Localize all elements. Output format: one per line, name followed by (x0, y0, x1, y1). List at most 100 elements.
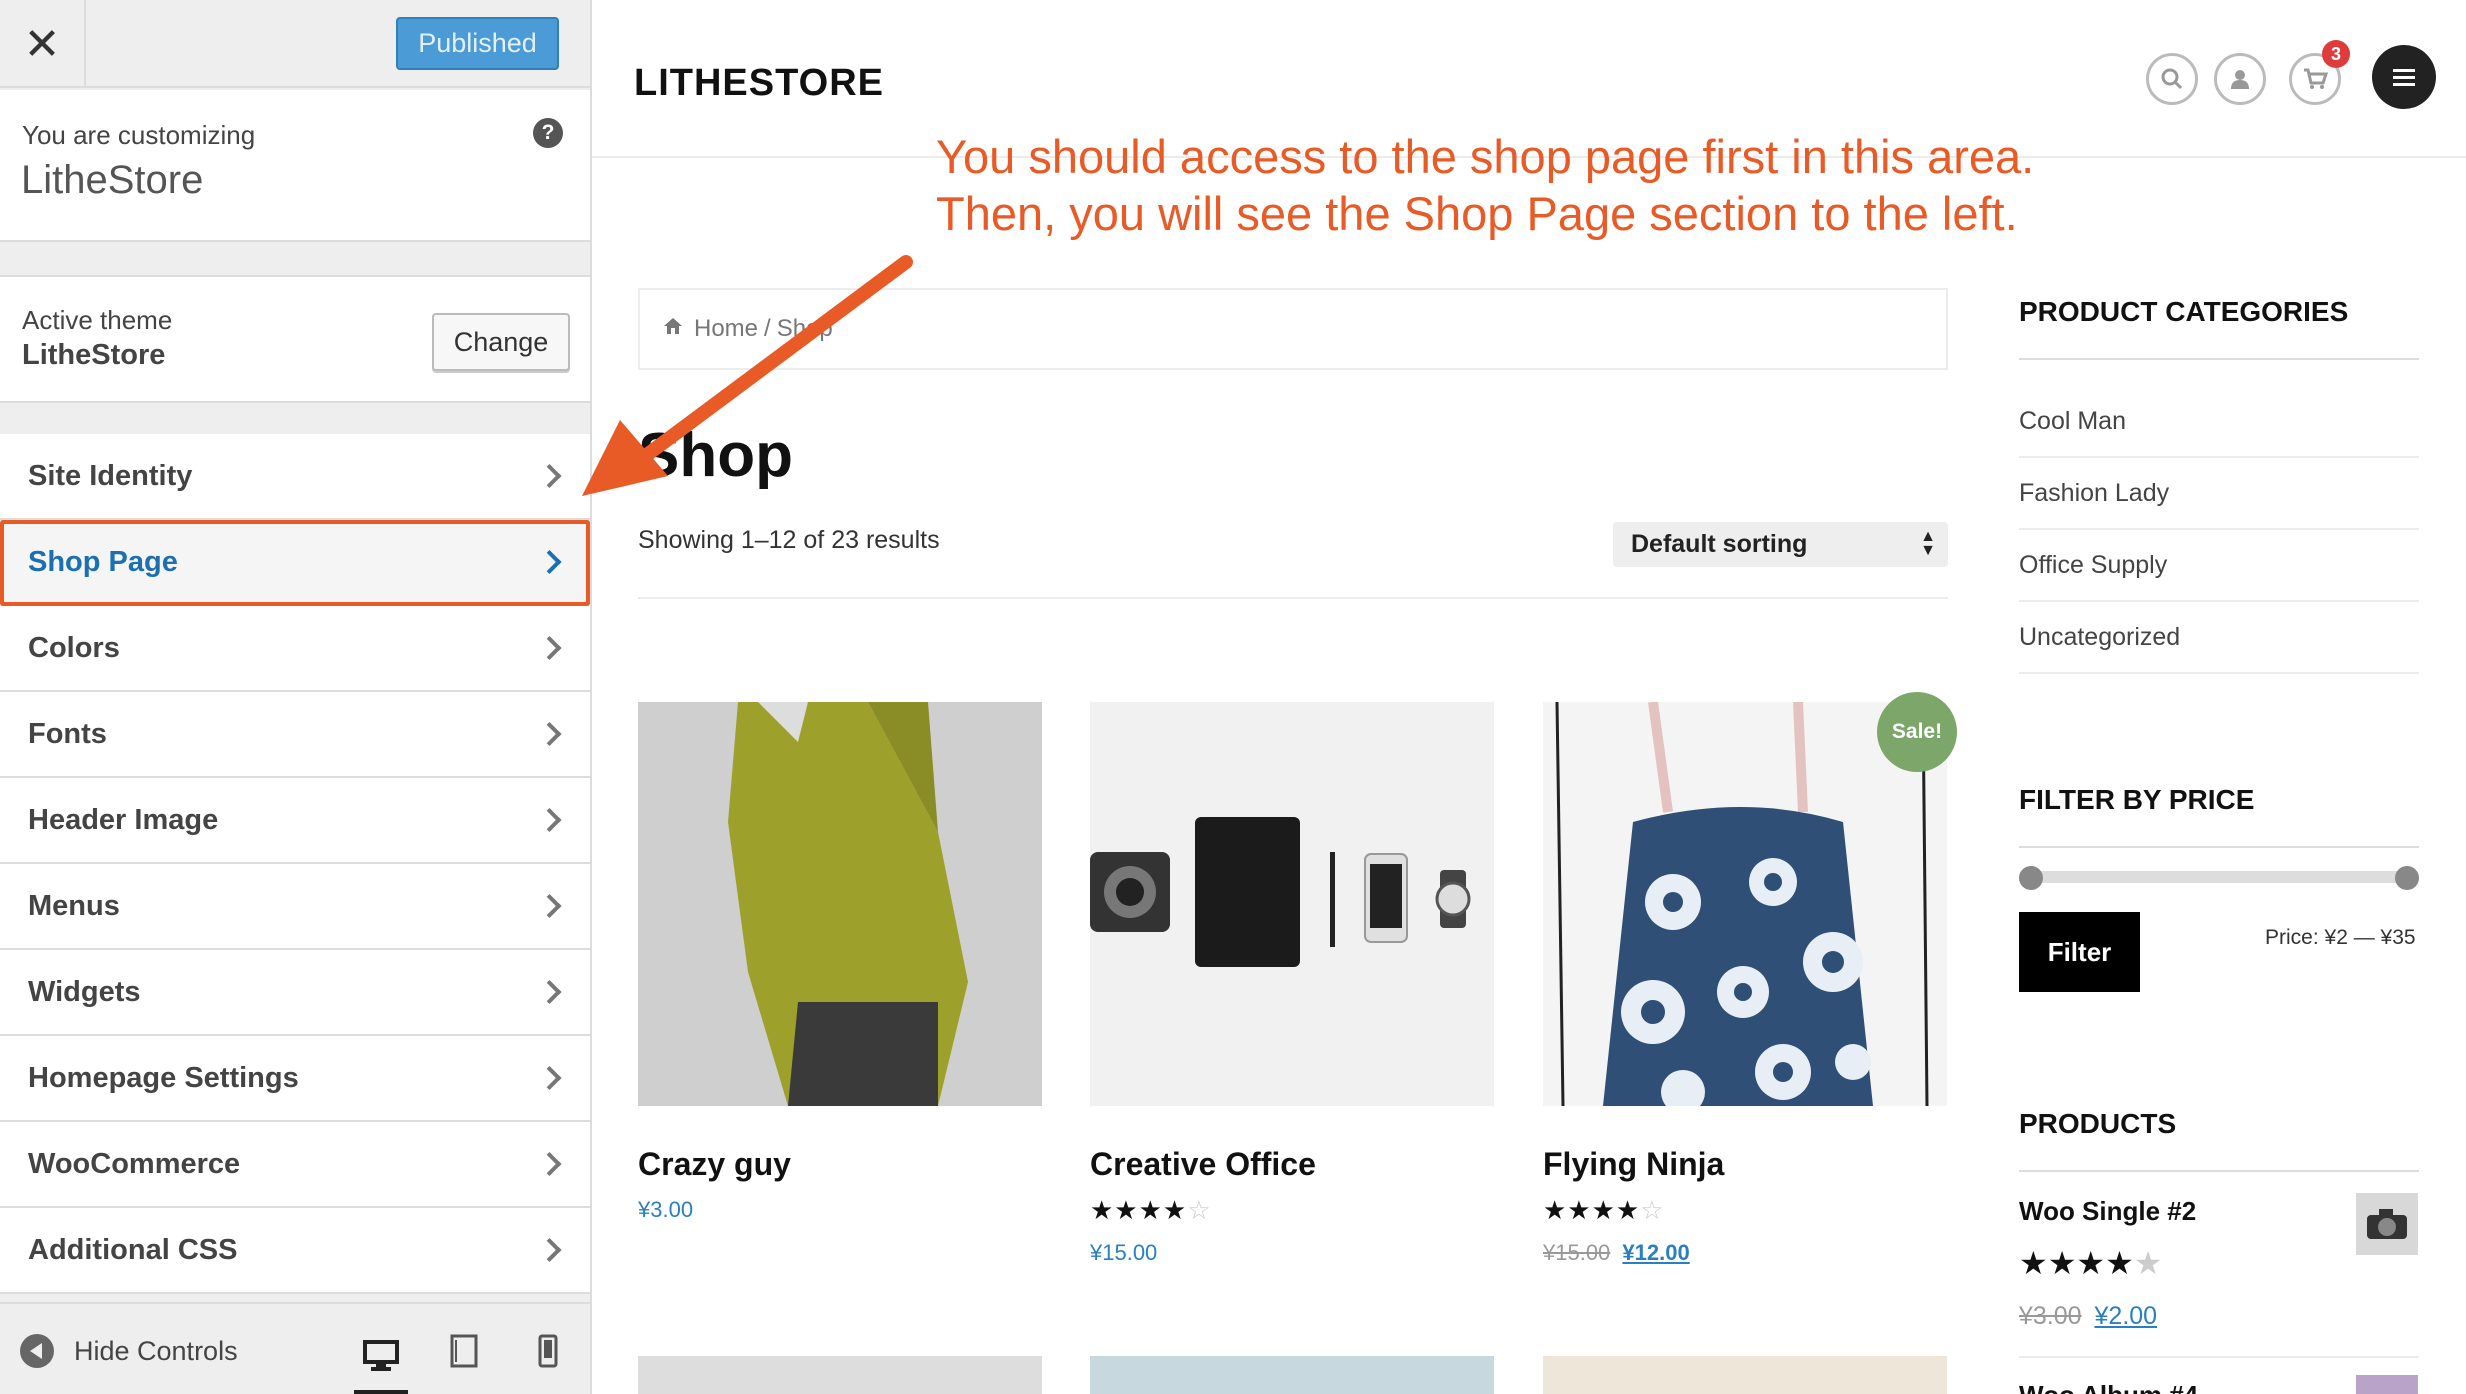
product-price: ¥3.00 (638, 1197, 694, 1222)
menu-item-label: Additional CSS (28, 1233, 238, 1266)
product-card[interactable]: Crazy guy ¥3.00 (638, 702, 1042, 1223)
product-image[interactable] (638, 1356, 1042, 1394)
product-card[interactable]: Creative Office ★★★★☆ ¥15.00 (1090, 702, 1494, 1266)
divider (638, 597, 1948, 599)
price-slider-min-handle[interactable] (2019, 866, 2043, 890)
cart-count-badge: 3 (2322, 40, 2350, 68)
widget-product-name[interactable]: Woo Single #2 (2019, 1196, 2196, 1227)
filter-button[interactable]: Filter (2019, 912, 2140, 992)
published-button[interactable]: Published (396, 17, 559, 70)
help-icon[interactable]: ? (533, 118, 563, 148)
menu-item-widgets[interactable]: Widgets (0, 950, 590, 1036)
product-image[interactable] (1543, 702, 1947, 1106)
menu-item-homepage-settings[interactable]: Homepage Settings (0, 1036, 590, 1122)
menu-item-label: Site Identity (28, 459, 193, 492)
menu-item-label: Colors (28, 631, 120, 664)
widget-product-thumbnail[interactable] (2356, 1193, 2418, 1255)
product-card[interactable]: Flying Ninja ★★★★☆ ¥15.00 ¥12.00 (1543, 702, 1947, 1266)
mobile-icon[interactable] (521, 1326, 575, 1376)
menu-item-label: WooCommerce (28, 1147, 241, 1180)
search-icon[interactable] (2146, 53, 2198, 105)
annotation-line: You should access to the shop page first… (936, 130, 2035, 183)
product-image[interactable] (1090, 1356, 1494, 1394)
widget-product-sale-price: ¥2.00 (2094, 1302, 2158, 1330)
menu-item-label: Homepage Settings (28, 1061, 299, 1094)
category-item[interactable]: Office Supply (2019, 530, 2419, 602)
breadcrumb-home[interactable]: Home (694, 315, 758, 343)
customizer-header: ✕ Published (0, 0, 590, 88)
customizer-menu: Site Identity Shop Page Colors Fonts Hea… (0, 434, 590, 1294)
sale-badge: Sale! (1877, 692, 1957, 772)
product-price: ¥15.00 (1090, 1240, 1158, 1265)
home-icon (662, 315, 684, 343)
product-name[interactable]: Creative Office (1090, 1146, 1494, 1183)
hide-controls-button[interactable]: Hide Controls (20, 1334, 238, 1368)
star-rating: ★★★★☆ (1543, 1195, 1665, 1225)
menu-item-woocommerce[interactable]: WooCommerce (0, 1122, 590, 1208)
widget-product-name[interactable]: Woo Album #4 (2019, 1380, 2198, 1394)
menu-item-label: Widgets (28, 975, 141, 1008)
page-title: Shop (638, 421, 793, 490)
chevron-right-icon (537, 549, 562, 575)
widget-title-products: PRODUCTS (2019, 1108, 2177, 1139)
category-item[interactable]: Uncategorized (2019, 602, 2419, 674)
annotation-line: Then, you will see the Shop Page section… (936, 187, 2018, 240)
product-image[interactable] (1543, 1356, 1947, 1394)
chevron-right-icon (537, 463, 562, 489)
product-sale-price: ¥12.00 (1622, 1240, 1690, 1265)
tutorial-annotation: You should access to the shop page first… (936, 128, 2034, 242)
category-item[interactable]: Fashion Lady (2019, 458, 2419, 530)
menu-item-label: Shop Page (28, 545, 178, 578)
category-list: Cool Man Fashion Lady Office Supply Unca… (2019, 386, 2419, 674)
divider (2019, 1356, 2419, 1358)
select-arrows-icon: ▲ ▼ (1920, 528, 1936, 559)
tablet-icon[interactable] (437, 1326, 491, 1376)
customizing-label: You are customizing (22, 120, 256, 150)
active-theme-label: Active theme (22, 305, 173, 335)
category-item[interactable]: Cool Man (2019, 386, 2419, 458)
product-old-price: ¥15.00 (1543, 1240, 1611, 1265)
menu-item-header-image[interactable]: Header Image (0, 778, 590, 864)
menu-item-site-identity[interactable]: Site Identity (0, 434, 590, 520)
divider (2019, 358, 2419, 360)
active-theme-name: LitheStore (22, 339, 166, 371)
menu-item-label: Menus (28, 889, 120, 922)
results-count: Showing 1–12 of 23 results (638, 526, 940, 554)
divider (2019, 1170, 2419, 1172)
menu-item-shop-page[interactable]: Shop Page (0, 520, 590, 606)
user-icon[interactable] (2214, 53, 2266, 105)
chevron-right-icon (537, 1237, 562, 1263)
close-icon[interactable]: ✕ (0, 0, 86, 88)
price-slider-max-handle[interactable] (2395, 866, 2419, 890)
hamburger-icon[interactable] (2372, 45, 2436, 109)
site-preview: LITHESTORE 3 You should access to the sh… (592, 0, 2466, 1394)
widget-product-old-price: ¥3.00 (2019, 1302, 2082, 1330)
change-theme-button[interactable]: Change (432, 313, 570, 371)
customizing-info: You are customizing LitheStore ? (0, 90, 590, 242)
product-price: ¥15.00 ¥12.00 (1543, 1240, 1947, 1266)
menu-item-additional-css[interactable]: Additional CSS (0, 1208, 590, 1294)
breadcrumb-separator: / (764, 315, 771, 342)
desktop-icon[interactable] (354, 1326, 408, 1394)
collapse-icon (20, 1334, 54, 1368)
menu-item-colors[interactable]: Colors (0, 606, 590, 692)
menu-item-fonts[interactable]: Fonts (0, 692, 590, 778)
breadcrumb: Home / Shop (638, 288, 1948, 370)
chevron-right-icon (537, 979, 562, 1005)
customizer-footer: Hide Controls (0, 1302, 590, 1394)
widget-title-categories: PRODUCT CATEGORIES (2019, 296, 2349, 327)
product-name[interactable]: Flying Ninja (1543, 1146, 1947, 1183)
product-name[interactable]: Crazy guy (638, 1146, 1042, 1183)
product-image[interactable] (1090, 702, 1494, 1106)
product-image[interactable] (638, 702, 1042, 1106)
widget-product-thumbnail[interactable] (2356, 1375, 2418, 1394)
widget-title-filter: FILTER BY PRICE (2019, 784, 2255, 815)
price-slider[interactable] (2019, 871, 2419, 883)
menu-item-menus[interactable]: Menus (0, 864, 590, 950)
star-rating: ★★★★☆ (1090, 1195, 1212, 1225)
chevron-right-icon (537, 1151, 562, 1177)
site-logo[interactable]: LITHESTORE (634, 62, 884, 105)
chevron-right-icon (537, 893, 562, 919)
sorting-select[interactable]: Default sorting ▲ ▼ (1613, 522, 1948, 567)
breadcrumb-current: Shop (776, 315, 833, 342)
